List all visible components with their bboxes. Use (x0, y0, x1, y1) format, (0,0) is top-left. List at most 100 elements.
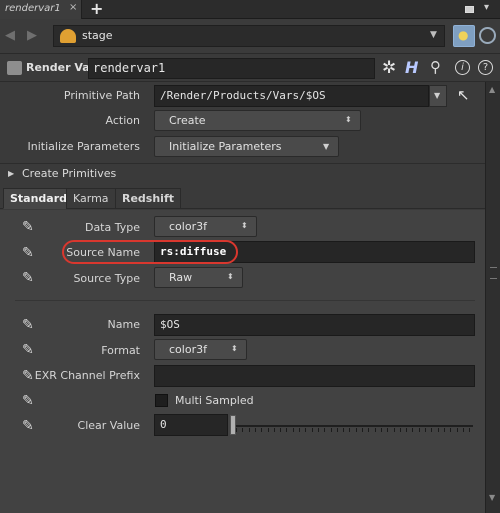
highlight-annotation (62, 240, 238, 264)
format-value: color3f (169, 343, 207, 356)
create-primitives-folder[interactable]: Create Primitives (22, 167, 116, 180)
slider-tick (317, 428, 319, 432)
slider-tick (425, 428, 426, 432)
data-type-label: Data Type (84, 221, 140, 234)
expand-arrow-icon[interactable]: ▶ (8, 169, 14, 178)
scroll-down-icon[interactable]: ▼ (489, 493, 495, 502)
slider-tick (305, 428, 307, 432)
slider-tick (273, 428, 275, 432)
scroll-grip[interactable] (490, 267, 497, 279)
multi-sampled-label: Multi Sampled (175, 394, 254, 407)
slider-tick (387, 428, 389, 432)
slider-tick (393, 428, 395, 432)
tab-bar: rendervar1 × + ▾ (0, 0, 500, 19)
add-tab-icon[interactable]: + (90, 0, 103, 18)
scrollbar[interactable]: ▲ ▼ (485, 82, 500, 513)
help-h-icon[interactable]: H (405, 58, 418, 77)
name-field[interactable]: $OS (154, 314, 475, 336)
tab-close-icon[interactable]: × (69, 2, 77, 13)
divider (0, 163, 485, 164)
node-type-label: Render Var (26, 61, 96, 74)
scroll-up-icon[interactable]: ▲ (489, 85, 495, 94)
slider-tick (336, 428, 338, 432)
action-label: Action (105, 114, 140, 127)
slider-tick (299, 428, 300, 432)
path-text: stage (82, 29, 113, 42)
slider-tick (330, 428, 332, 432)
updown-arrow-icon: ⬍ (345, 115, 352, 124)
clear-value-slider-track[interactable] (230, 425, 473, 427)
source-type-value: Raw (169, 271, 193, 284)
link-icon[interactable] (479, 27, 496, 44)
help-question-icon[interactable]: ? (478, 60, 493, 75)
minimize-icon[interactable] (465, 6, 474, 13)
search-icon[interactable]: ⚲ (430, 58, 441, 76)
action-value: Create (169, 114, 206, 127)
chevron-down-icon: ▼ (323, 142, 330, 151)
name-label: Name (107, 318, 140, 331)
select-pointer-icon[interactable]: ↖ (457, 86, 470, 104)
pencil-icon[interactable]: ✎ (22, 393, 34, 409)
slider-tick (412, 428, 414, 432)
format-label: Format (101, 344, 140, 357)
updown-arrow-icon: ⬍ (241, 221, 248, 230)
path-bar: ◀ ▶ stage ▼ ● (0, 19, 500, 54)
slider-tick (349, 428, 351, 432)
slider-ticks (236, 428, 473, 432)
slider-tick (242, 428, 244, 432)
data-type-value: color3f (169, 220, 207, 233)
pin-button[interactable]: ● (453, 25, 475, 47)
forward-arrow-icon[interactable]: ▶ (27, 28, 37, 43)
tab-rendervar1[interactable]: rendervar1 × (0, 0, 82, 19)
primitive-path-field[interactable]: /Render/Products/Vars/$OS (154, 85, 429, 107)
tab-karma[interactable]: Karma (66, 188, 116, 209)
slider-tick (399, 428, 401, 432)
initialize-parameters-label: Initialize Parameters (27, 140, 141, 153)
back-arrow-icon[interactable]: ◀ (5, 28, 15, 43)
slider-tick (311, 428, 313, 432)
format-dropdown[interactable]: color3f ⬍ (154, 339, 247, 360)
slider-tick (286, 428, 288, 432)
slider-tick (437, 428, 439, 432)
source-type-label: Source Type (73, 272, 140, 285)
pane-menu-icon[interactable]: ▾ (484, 2, 489, 13)
primitive-path-label: Primitive Path (63, 89, 140, 102)
slider-tick (362, 428, 363, 432)
divider (15, 300, 475, 301)
exr-channel-prefix-label: EXR Channel Prefix (34, 369, 140, 382)
chevron-down-icon[interactable]: ▼ (430, 30, 437, 40)
data-type-dropdown[interactable]: color3f ⬍ (154, 216, 257, 237)
slider-tick (368, 428, 370, 432)
gear-icon[interactable]: ✲ (382, 58, 396, 78)
slider-tick (374, 428, 376, 432)
node-name-field[interactable]: rendervar1 (88, 58, 375, 79)
slider-tick (236, 428, 237, 432)
info-icon[interactable]: i (455, 60, 470, 75)
pin-icon: ● (458, 28, 469, 42)
slider-tick (462, 428, 464, 432)
updown-arrow-icon: ⬍ (231, 344, 238, 353)
node-header: Render Var rendervar1 ✲ H ⚲ i ? (0, 55, 500, 82)
updown-arrow-icon: ⬍ (227, 272, 234, 281)
exr-channel-prefix-field[interactable] (154, 365, 475, 387)
action-dropdown[interactable]: Create ⬍ (154, 110, 361, 131)
tab-redshift[interactable]: Redshift (115, 188, 181, 209)
tab-standard[interactable]: Standard (3, 188, 75, 209)
initialize-parameters-dropdown[interactable]: Initialize Parameters ▼ (154, 136, 339, 157)
slider-tick (343, 428, 345, 432)
primitive-path-menu[interactable]: ▼ (429, 85, 447, 107)
parameter-tabs: Standard Karma Redshift (0, 188, 485, 209)
slider-tick (469, 428, 471, 432)
slider-tick (406, 428, 408, 432)
multi-sampled-checkbox[interactable] (155, 394, 168, 407)
stage-icon (60, 29, 76, 43)
slider-tick (280, 428, 282, 432)
tab-label: rendervar1 (5, 3, 61, 14)
source-type-dropdown[interactable]: Raw ⬍ (154, 267, 243, 288)
clear-value-slider-handle[interactable] (230, 415, 236, 435)
initialize-parameters-value: Initialize Parameters (169, 140, 282, 153)
clear-value-field[interactable]: 0 (154, 414, 228, 436)
network-path-field[interactable]: stage ▼ (53, 25, 445, 47)
slider-tick (450, 428, 452, 432)
slider-tick (292, 428, 294, 432)
